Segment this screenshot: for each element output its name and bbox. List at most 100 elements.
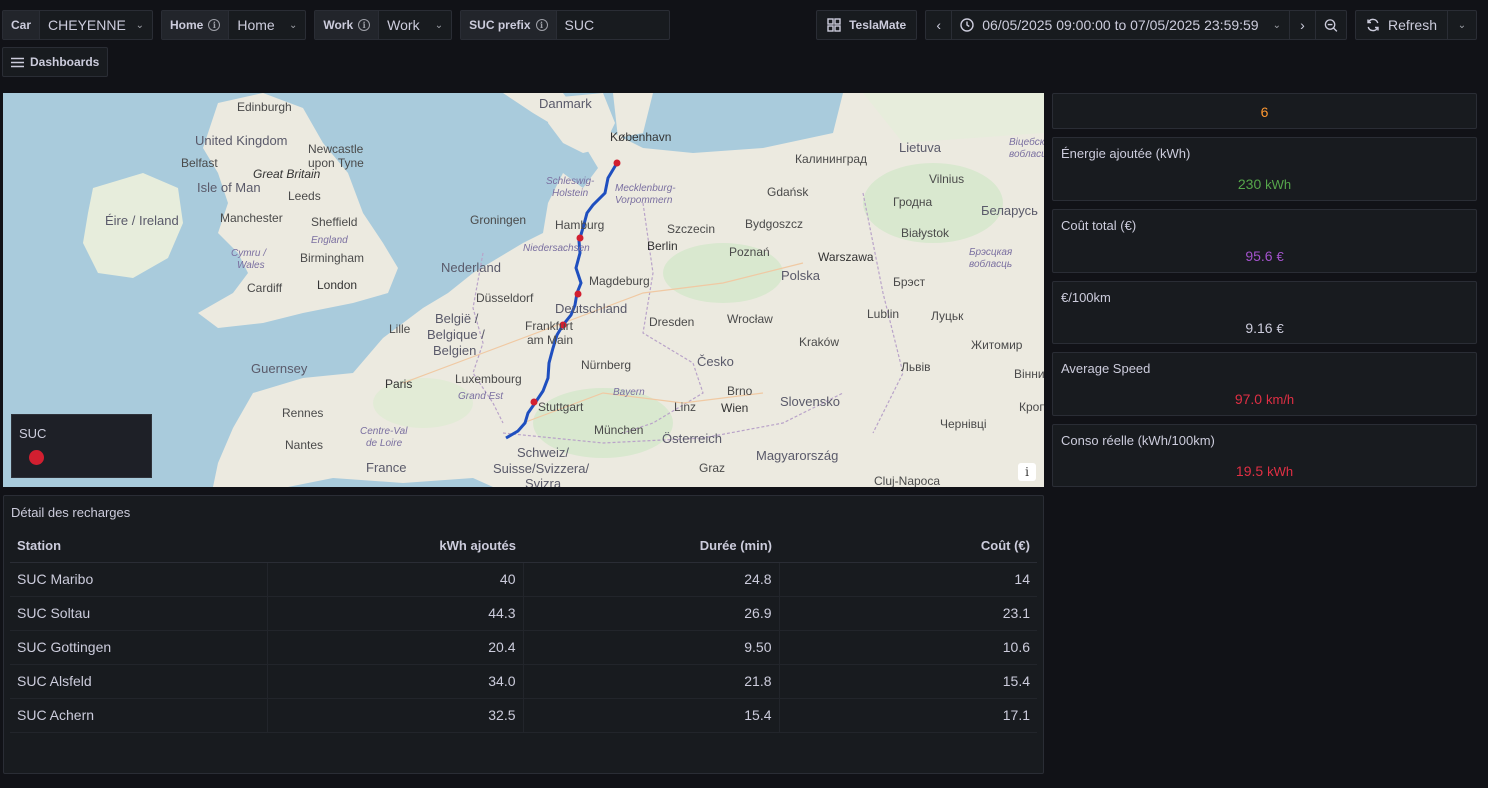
- map-label: Newcastle: [308, 142, 364, 156]
- map-label: Брэст: [893, 275, 926, 289]
- stat-value: 230 kWh: [1237, 176, 1292, 192]
- variable-car[interactable]: Car CHEYENNE ⌄: [2, 10, 154, 40]
- map-label: Warszawa: [818, 250, 874, 264]
- table-row: SUC Maribo 40 24.8 14: [10, 562, 1037, 597]
- variable-work-select[interactable]: Work ⌄: [379, 11, 451, 39]
- map-label: Schweiz/: [517, 445, 570, 460]
- map-label: London: [317, 278, 358, 292]
- map-attribution-info-icon[interactable]: i: [1018, 463, 1036, 481]
- cell-kwh: 32.5: [267, 698, 524, 733]
- info-icon[interactable]: i: [358, 19, 371, 31]
- map-label: Österreich: [662, 431, 722, 446]
- zoom-out-button[interactable]: [1316, 11, 1346, 39]
- map-label: Кроп: [1019, 400, 1044, 414]
- map-label: Graz: [699, 461, 726, 475]
- map-label: Hamburg: [555, 218, 605, 232]
- map-label: Poznań: [729, 245, 770, 259]
- map-label: Schleswig-: [546, 176, 595, 187]
- variable-home[interactable]: Home i Home ⌄: [161, 10, 307, 40]
- map-label: München: [594, 423, 644, 437]
- variable-work[interactable]: Work i Work ⌄: [314, 10, 453, 40]
- map-label: Беларусь: [981, 203, 1038, 218]
- stat-value: 97.0 km/h: [1234, 391, 1295, 407]
- stat-panel-energy-added: Énergie ajoutée (kWh) 230 kWh: [1052, 137, 1477, 201]
- map-label: Linz: [674, 400, 697, 414]
- map-label: Vorpommern: [615, 195, 673, 206]
- map-label: Düsseldorf: [476, 291, 534, 305]
- map-label: Cluj-Napoca: [874, 474, 941, 487]
- variable-bar: Car CHEYENNE ⌄ Home i Home ⌄ Work i Work ⌄ SU…: [2, 10, 670, 40]
- variable-car-select[interactable]: CHEYENNE ⌄: [40, 11, 152, 39]
- table-row: SUC Alsfeld 34.0 21.8 15.4: [10, 664, 1037, 699]
- refresh-icon: [1367, 18, 1379, 32]
- time-range-picker[interactable]: 06/05/2025 09:00:00 to 07/05/2025 23:59:…: [952, 11, 1290, 39]
- map-label: Belgien: [433, 343, 477, 358]
- chevron-down-icon: ⌄: [135, 19, 145, 31]
- route-map[interactable]: Danmark København Edinburgh United Kingd…: [3, 93, 1044, 487]
- charges-table: Station kWh ajoutés Durée (min) Coût (€)…: [10, 530, 1037, 733]
- map-label: Slovensko: [780, 394, 840, 409]
- cell-cost: 10.6: [779, 630, 1037, 665]
- column-header-station[interactable]: Station: [10, 530, 267, 563]
- map-label: Leeds: [288, 189, 321, 203]
- stat-panel-total-cost: Coût total (€) 95.6 €: [1052, 209, 1477, 273]
- map-label: Луцьк: [931, 309, 964, 323]
- map-label: Mecklenburg-: [615, 183, 676, 194]
- refresh-button[interactable]: Refresh: [1356, 11, 1448, 39]
- suc-marker: [530, 398, 538, 406]
- map-label: Lille: [389, 322, 411, 336]
- map-label: Гродна: [893, 195, 933, 209]
- map-label: Брэсцкая: [969, 247, 1013, 258]
- column-header-kwh[interactable]: kWh ajoutés: [267, 530, 523, 563]
- map-label: Nürnberg: [581, 358, 632, 372]
- suc-marker: [576, 234, 584, 242]
- map-label: Magyarország: [756, 448, 839, 463]
- map-label: Frankfurt: [525, 319, 574, 333]
- dashboards-menu-button[interactable]: Dashboards: [2, 47, 109, 77]
- variable-suc-prefix-input[interactable]: SUC: [557, 11, 669, 39]
- map-label: København: [610, 130, 672, 144]
- chevron-left-icon: ‹: [936, 17, 942, 33]
- map-label: Svizra: [525, 476, 562, 487]
- time-shift-forward-button[interactable]: ›: [1290, 11, 1316, 39]
- refresh-interval-dropdown[interactable]: ⌄: [1448, 11, 1476, 39]
- variable-suc-prefix[interactable]: SUC prefix i SUC: [460, 10, 670, 40]
- menu-icon: [11, 57, 24, 67]
- suc-marker: [613, 159, 621, 167]
- teslamate-link-button[interactable]: TeslaMate: [816, 10, 918, 40]
- time-shift-back-button[interactable]: ‹: [926, 11, 953, 39]
- map-label: Luxembourg: [455, 372, 522, 386]
- info-icon[interactable]: i: [535, 19, 548, 31]
- stat-panel-cost-per-100km: €/100km 9.16 €: [1052, 281, 1477, 344]
- variable-home-select[interactable]: Home ⌄: [229, 11, 305, 39]
- map-label: Magdeburg: [589, 274, 650, 288]
- variable-home-label: Home i: [162, 11, 230, 39]
- cell-cost: 23.1: [779, 596, 1037, 631]
- map-label: Rennes: [282, 406, 324, 420]
- map-label: Paris: [385, 377, 413, 391]
- map-label: België /: [435, 311, 479, 326]
- cell-cost: 14: [779, 562, 1037, 597]
- info-icon[interactable]: i: [208, 19, 221, 31]
- map-label: вобласць: [1009, 149, 1044, 160]
- map-legend-marker: [29, 450, 44, 465]
- cell-cost: 17.1: [779, 698, 1037, 733]
- table-row: SUC Achern 32.5 15.4 17.1: [10, 698, 1037, 733]
- map-label: Wales: [237, 260, 265, 271]
- stat-panel-charges-count: 6: [1052, 93, 1477, 129]
- stat-value: 9.16 €: [1245, 320, 1284, 336]
- map-label: Białystok: [901, 226, 950, 240]
- stat-title: Average Speed: [1061, 361, 1151, 376]
- variable-car-label: Car: [3, 11, 41, 39]
- map-label: am Main: [527, 333, 574, 347]
- map-label: Калининград: [795, 152, 868, 166]
- map-label: Berlin: [647, 239, 678, 253]
- column-header-duration[interactable]: Durée (min): [523, 530, 779, 563]
- map-label: Belgique /: [427, 327, 485, 342]
- stat-value: 95.6 €: [1245, 248, 1284, 264]
- table-row: SUC Soltau 44.3 26.9 23.1: [10, 596, 1037, 631]
- refresh-group: Refresh ⌄: [1355, 10, 1477, 40]
- map-label: Isle of Man: [197, 180, 261, 195]
- column-header-cost[interactable]: Coût (€): [779, 530, 1037, 563]
- map-label: Bayern: [613, 387, 645, 398]
